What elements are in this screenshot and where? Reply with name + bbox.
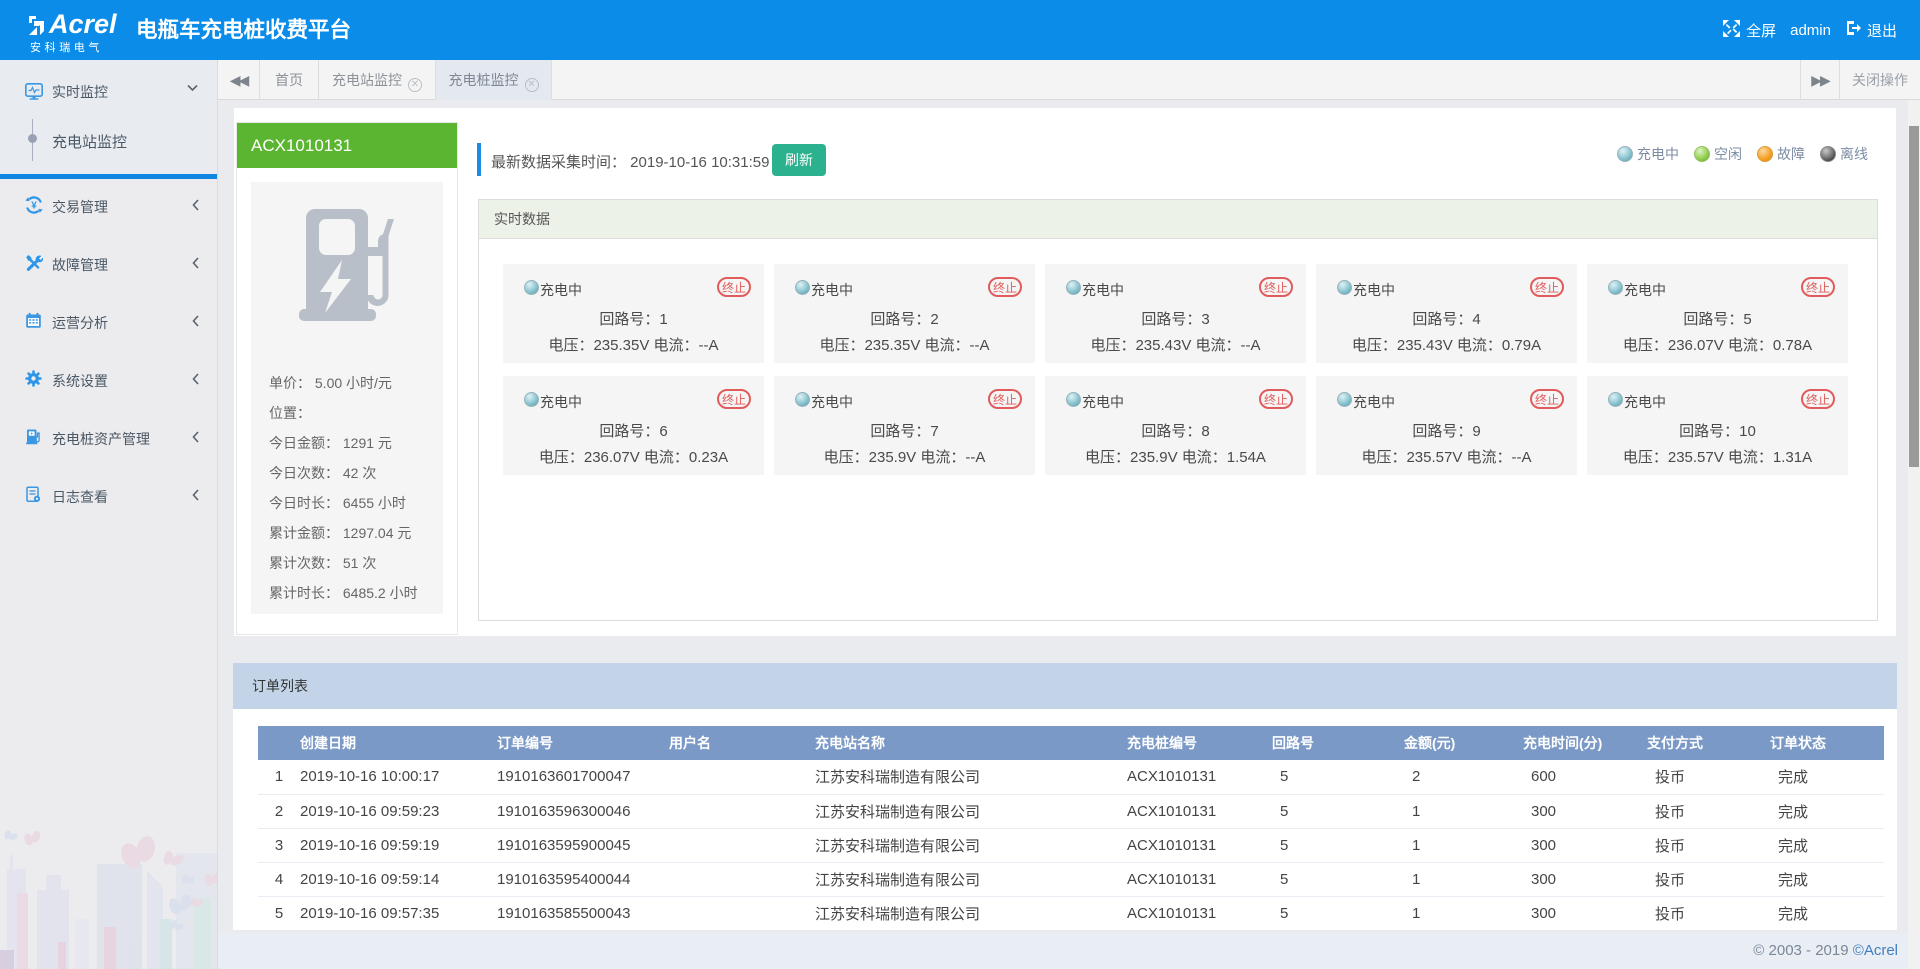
svg-text:¥: ¥: [31, 201, 37, 212]
